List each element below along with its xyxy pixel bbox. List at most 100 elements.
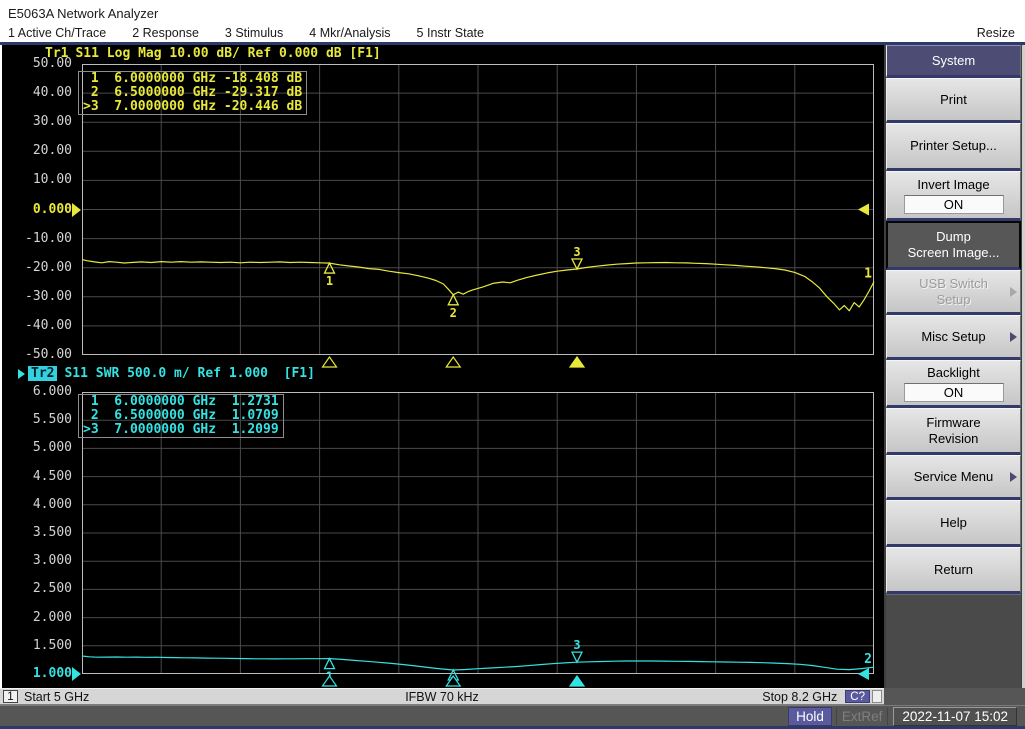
- tr1-ytick: 30.00: [2, 114, 72, 130]
- softkey-label: Printer Setup...: [910, 138, 997, 154]
- tr2-ytick: 1.000: [2, 666, 72, 682]
- tr1-marker-table: 1 6.0000000 GHz -18.408 dB 2 6.5000000 G…: [78, 71, 307, 115]
- tr2-marker-row: >3 7.0000000 GHz 1.2099: [83, 423, 279, 437]
- tr1-ytick: 50.00: [2, 56, 72, 72]
- tr2-ytick: 5.000: [2, 440, 72, 456]
- submenu-arrow-icon: [1010, 332, 1017, 342]
- tr1-ref-level-arrow-icon: [72, 203, 81, 217]
- softkey-value: ON: [904, 383, 1004, 402]
- tr1-marker-1-axis-indicator-icon: [323, 357, 337, 367]
- tr2-marker-row: 2 6.5000000 GHz 1.0709: [83, 409, 279, 423]
- menu-item-2[interactable]: 2 Response: [132, 26, 199, 40]
- menu-items: 1 Active Ch/Trace 2 Response 3 Stimulus 4 M…: [0, 26, 484, 40]
- softkey-print[interactable]: Print: [886, 78, 1021, 123]
- tr1-header[interactable]: Tr1S11 Log Mag 10.00 dB/ Ref 0.000 dB [F…: [45, 46, 381, 61]
- tr2-marker-2-axis-indicator-icon: [446, 676, 460, 686]
- tr2-name: Tr2: [28, 366, 57, 381]
- tr2-ytick: 5.500: [2, 412, 72, 428]
- softkey-backlight[interactable]: Backlight ON: [886, 360, 1021, 408]
- tr1-marker-3-axis-indicator-icon: [570, 357, 584, 367]
- bottom-bar: Hold ExtRef 2022-11-07 15:02: [0, 705, 1025, 726]
- submenu-arrow-icon: [1010, 287, 1017, 297]
- tr2-marker-1-axis-indicator-icon: [323, 676, 337, 686]
- tr2-marker-row: 1 6.0000000 GHz 1.2731: [83, 395, 279, 409]
- tr1-ytick: -30.00: [2, 289, 72, 305]
- tr1-ytick: -40.00: [2, 318, 72, 334]
- softkey-firmware-revision[interactable]: Firmware Revision: [886, 408, 1021, 455]
- softkey-help[interactable]: Help: [886, 500, 1021, 547]
- channel-number-badge: 1: [3, 690, 18, 703]
- extref-indicator: ExtRef: [836, 708, 889, 725]
- softkey-misc-setup[interactable]: Misc Setup: [886, 315, 1021, 360]
- tr1-marker-row: >3 7.0000000 GHz -20.446 dB: [83, 100, 302, 114]
- status-right: Stop 8.2 GHz C?: [479, 690, 884, 704]
- tr1-trace-number-label: 1: [864, 267, 872, 282]
- tr1-ytick: 10.00: [2, 172, 72, 188]
- tr2-marker-3-axis-indicator-icon: [570, 676, 584, 686]
- tr2-ytick: 4.000: [2, 497, 72, 513]
- softkey-label: Misc Setup: [921, 329, 985, 345]
- status-left: 1 Start 5 GHz: [0, 690, 405, 704]
- window-title: E5063A Network Analyzer: [0, 0, 1025, 24]
- tr2-ref-level-arrow-icon: [72, 667, 81, 681]
- instrument-screen: Tr1S11 Log Mag 10.00 dB/ Ref 0.000 dB [F…: [2, 45, 884, 688]
- softkey-label: Backlight: [927, 365, 980, 381]
- tr1-marker-row: 2 6.5000000 GHz -29.317 dB: [83, 86, 302, 100]
- svg-text:3: 3: [573, 245, 580, 259]
- softkey-label: Help: [940, 515, 967, 531]
- submenu-arrow-icon: [1010, 472, 1017, 482]
- status-bar: 1 Start 5 GHz IFBW 70 kHz Stop 8.2 GHz C…: [0, 688, 884, 705]
- tr2-ytick: 1.500: [2, 638, 72, 654]
- softkey-label: Return: [934, 562, 973, 578]
- softkey-printer-setup[interactable]: Printer Setup...: [886, 123, 1021, 171]
- tr2-trace-number-label: 2: [864, 652, 872, 667]
- softkey-invert-image[interactable]: Invert Image ON: [886, 171, 1021, 221]
- softkey-label: Dump Screen Image...: [908, 229, 1000, 261]
- tr1-marker-row: 1 6.0000000 GHz -18.408 dB: [83, 72, 302, 86]
- softkey-dump-screen-image[interactable]: Dump Screen Image...: [886, 221, 1021, 270]
- menu-bar: 1 Active Ch/Trace 2 Response 3 Stimulus 4 M…: [0, 24, 1025, 42]
- tr2-ytick: 6.000: [2, 384, 72, 400]
- tr1-marker-2-axis-indicator-icon: [446, 357, 460, 367]
- tr2-ytick: 2.000: [2, 610, 72, 626]
- softkey-value: ON: [904, 195, 1004, 214]
- softkey-label: Print: [940, 92, 967, 108]
- app-window: E5063A Network Analyzer 1 Active Ch/Trac…: [0, 0, 1025, 729]
- start-frequency-label: Start 5 GHz: [24, 690, 89, 704]
- sidebar-filler: [886, 594, 1021, 688]
- tr1-ytick: 0.000: [2, 202, 72, 218]
- tr1-settings: S11 Log Mag 10.00 dB/ Ref 0.000 dB [F1]: [75, 46, 380, 61]
- trigger-hold-badge: Hold: [788, 707, 832, 726]
- resize-button[interactable]: Resize: [977, 26, 1025, 40]
- stop-frequency-label: Stop 8.2 GHz: [762, 690, 837, 704]
- svg-text:3: 3: [573, 638, 580, 652]
- tr2-header[interactable]: Tr2 S11 SWR 500.0 m/ Ref 1.000 [F1]: [18, 366, 315, 381]
- softkey-service-menu[interactable]: Service Menu: [886, 455, 1021, 500]
- status-indicator-box: [872, 690, 882, 703]
- menu-item-4[interactable]: 4 Mkr/Analysis: [309, 26, 390, 40]
- softkey-sidebar: System Print Printer Setup... Invert Image O…: [884, 45, 1025, 688]
- status-row: 1 Start 5 GHz IFBW 70 kHz Stop 8.2 GHz C…: [0, 688, 1025, 705]
- softkey-menu-title: System: [886, 45, 1021, 78]
- tr2-ytick: 3.500: [2, 525, 72, 541]
- softkey-label: USB Switch Setup: [919, 276, 988, 308]
- softkey-return[interactable]: Return: [886, 547, 1021, 594]
- datetime-display: 2022-11-07 15:02: [893, 707, 1017, 726]
- tr1-ytick: -20.00: [2, 260, 72, 276]
- tr2-marker-table: 1 6.0000000 GHz 1.2731 2 6.5000000 GHz 1…: [78, 394, 284, 438]
- svg-text:1: 1: [326, 274, 333, 288]
- softkey-label: Firmware Revision: [926, 415, 980, 447]
- tr2-settings: S11 SWR 500.0 m/ Ref 1.000 [F1]: [64, 366, 314, 381]
- tr1-ytick: -10.00: [2, 231, 72, 247]
- ifbw-label: IFBW 70 kHz: [405, 690, 479, 704]
- softkey-label: Service Menu: [914, 469, 993, 485]
- menu-item-5[interactable]: 5 Instr State: [417, 26, 484, 40]
- menu-item-1[interactable]: 1 Active Ch/Trace: [8, 26, 106, 40]
- menu-item-3[interactable]: 3 Stimulus: [225, 26, 283, 40]
- tr1-ytick: -50.00: [2, 347, 72, 363]
- tr2-ytick: 2.500: [2, 581, 72, 597]
- softkey-label: Invert Image: [917, 177, 989, 193]
- tr1-ytick: 40.00: [2, 85, 72, 101]
- tr2-ytick: 4.500: [2, 469, 72, 485]
- softkey-usb-switch-setup: USB Switch Setup: [886, 270, 1021, 315]
